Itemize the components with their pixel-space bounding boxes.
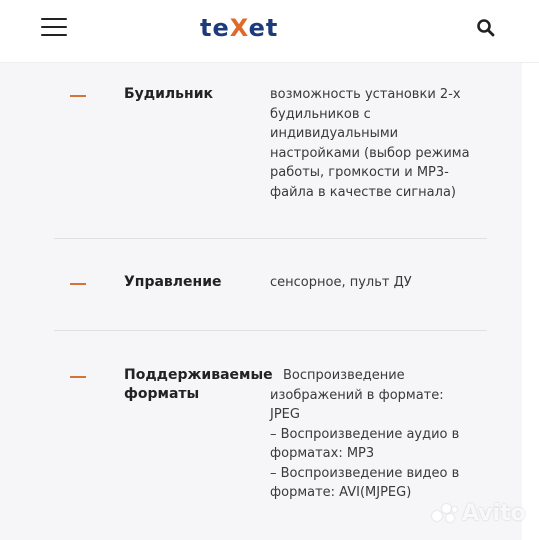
specs-panel: Будильник возможность установки 2-х буди… bbox=[0, 63, 522, 540]
spec-label: Будильник bbox=[124, 86, 214, 102]
bullet-dash bbox=[70, 95, 86, 97]
bullet-dash bbox=[70, 283, 86, 285]
scrollbar[interactable] bbox=[522, 63, 539, 540]
spec-label: Управление bbox=[124, 274, 222, 290]
hamburger-menu-icon[interactable] bbox=[41, 18, 67, 36]
top-bar: teXet bbox=[0, 0, 539, 63]
spec-value: сенсорное, пульт ДУ bbox=[270, 275, 412, 290]
row-divider bbox=[54, 330, 487, 331]
search-icon[interactable] bbox=[476, 18, 496, 38]
texet-logo[interactable]: teXet bbox=[200, 14, 278, 42]
avito-logo-icon bbox=[432, 503, 458, 523]
spec-label: Поддерживаемые форматы bbox=[124, 367, 273, 402]
row-divider bbox=[54, 238, 487, 239]
avito-watermark: Avito bbox=[432, 500, 526, 526]
bullet-dash bbox=[70, 376, 86, 378]
spec-value: возможность установки 2-х будильников с … bbox=[270, 87, 470, 200]
spec-value: Воспроизведение изображений в формате: J… bbox=[270, 368, 460, 500]
